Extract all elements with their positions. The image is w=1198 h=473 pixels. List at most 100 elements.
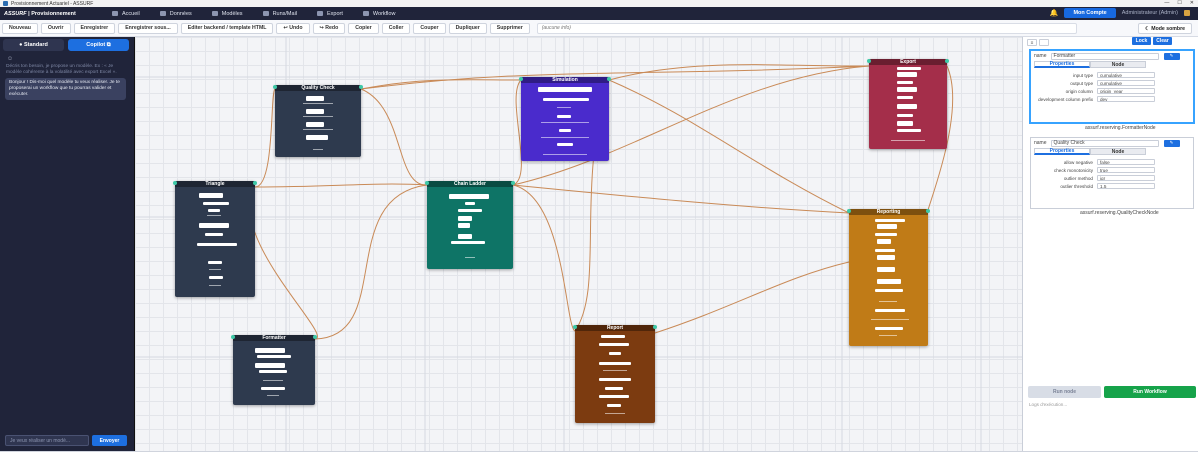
node-field[interactable]	[897, 104, 917, 109]
name-input[interactable]: Formatter	[1050, 52, 1159, 60]
node-field[interactable]	[199, 193, 223, 198]
property-input[interactable]: false	[1097, 158, 1155, 166]
new-button[interactable]: Nouveau	[2, 22, 38, 34]
property-input[interactable]: 1.5	[1097, 182, 1155, 190]
property-input[interactable]: dev_	[1097, 95, 1155, 103]
node-field[interactable]	[255, 348, 285, 353]
redo-button[interactable]: ↪ Redo	[312, 22, 346, 34]
user-avatar[interactable]	[1184, 10, 1190, 16]
maximize-icon[interactable]: ☐	[1177, 0, 1181, 6]
panel-toggle-button[interactable]: ≡	[1027, 39, 1037, 46]
workflow-canvas[interactable]: Quality Check Simulation Export Triangle…	[135, 37, 1022, 451]
input-port[interactable]	[867, 59, 871, 63]
node-chain-ladder[interactable]: Chain Ladder	[425, 181, 515, 269]
input-port[interactable]	[425, 181, 429, 185]
node-field[interactable]	[449, 194, 489, 199]
save-as-button[interactable]: Enregistrer sous...	[118, 22, 178, 34]
tab-properties[interactable]: Properties	[1034, 148, 1090, 155]
undo-button[interactable]: ↩ Undo	[276, 22, 310, 34]
node-field[interactable]	[458, 223, 470, 228]
node-field[interactable]	[877, 279, 901, 284]
tab-node[interactable]: Node	[1090, 148, 1146, 155]
clear-button[interactable]: Clear	[1153, 37, 1172, 45]
nav-item-modeles[interactable]: Modèles	[211, 11, 243, 17]
name-input[interactable]: Quality Check	[1050, 139, 1159, 147]
nav-item-runs[interactable]: Runs/Mail	[262, 11, 297, 17]
node-field[interactable]	[877, 255, 895, 260]
nav-item-accueil[interactable]: Accueil	[112, 11, 140, 17]
run-workflow-button[interactable]: Run Workflow	[1104, 386, 1196, 398]
chat-input[interactable]: Je veux réaliser un modè...	[5, 435, 89, 446]
minimize-icon[interactable]: —	[1164, 0, 1169, 6]
rename-button[interactable]: ✎	[1163, 52, 1180, 60]
node-report[interactable]: Report	[573, 325, 657, 423]
delete-button[interactable]: Supprimer	[489, 22, 530, 34]
input-port[interactable]	[519, 77, 523, 81]
node-quality-check[interactable]: Quality Check	[273, 85, 363, 157]
node-field[interactable]	[255, 363, 285, 368]
output-port[interactable]	[313, 335, 317, 339]
node-field[interactable]	[877, 239, 891, 244]
node-field[interactable]	[458, 234, 472, 239]
close-icon[interactable]: ✕	[1190, 0, 1194, 6]
cut-button[interactable]: Couper	[413, 22, 446, 34]
output-port[interactable]	[359, 85, 363, 89]
node-field[interactable]	[897, 87, 917, 92]
property-input[interactable]: cumulative	[1097, 79, 1155, 87]
property-input[interactable]: cumulative	[1097, 71, 1155, 79]
bell-icon[interactable]: 🔔	[1050, 9, 1059, 17]
node-field[interactable]	[458, 216, 472, 221]
property-input[interactable]: origin_year	[1097, 87, 1155, 95]
output-port[interactable]	[945, 59, 949, 63]
output-port[interactable]	[653, 325, 657, 329]
run-node-button[interactable]: Run node	[1028, 386, 1101, 398]
node-export[interactable]: Export	[867, 59, 949, 149]
property-input[interactable]: iqr	[1097, 174, 1155, 182]
node-field[interactable]	[199, 223, 229, 228]
output-port[interactable]	[253, 181, 257, 185]
tab-node[interactable]: Node	[1090, 61, 1146, 68]
node-field[interactable]	[306, 96, 324, 101]
open-button[interactable]: Ouvrir	[40, 22, 71, 34]
account-button[interactable]: Mon Compte	[1064, 8, 1116, 18]
node-simulation[interactable]: Simulation	[519, 77, 611, 161]
node-triangle[interactable]: Triangle	[173, 181, 257, 297]
nav-item-export[interactable]: Export	[317, 11, 343, 17]
output-port[interactable]	[607, 77, 611, 81]
dark-mode-button[interactable]: ☾ Mode sombre	[1138, 23, 1192, 34]
tab-standard[interactable]: ● Standard	[3, 39, 64, 51]
paste-button[interactable]: Coller	[381, 22, 411, 34]
duplicate-button[interactable]: Dupliquer	[448, 22, 487, 34]
input-port[interactable]	[273, 85, 277, 89]
workflow-info-field[interactable]: (aucune info)	[536, 22, 1077, 34]
node-field[interactable]	[877, 267, 895, 272]
lock-button[interactable]: Lock	[1132, 37, 1151, 45]
node-field[interactable]	[897, 72, 917, 77]
input-port[interactable]	[231, 335, 235, 339]
copy-button[interactable]: Copier	[348, 22, 379, 34]
input-port[interactable]	[173, 181, 177, 185]
tab-copilot[interactable]: Copilot ⧉	[68, 39, 129, 51]
node-field[interactable]	[897, 121, 913, 126]
workflow-icon	[362, 11, 369, 16]
output-port[interactable]	[926, 209, 930, 213]
panel-option-button[interactable]	[1039, 39, 1049, 46]
node-field[interactable]	[538, 87, 592, 92]
node-field[interactable]	[306, 122, 324, 127]
rename-button[interactable]: ✎	[1163, 139, 1180, 147]
nav-item-donnees[interactable]: Données	[159, 11, 192, 17]
property-input[interactable]: true	[1097, 166, 1155, 174]
node-field[interactable]	[306, 109, 324, 114]
send-button[interactable]: Envoyer	[92, 435, 127, 446]
node-field[interactable]	[306, 135, 328, 140]
save-button[interactable]: Enregistrer	[73, 22, 116, 34]
input-port[interactable]	[573, 325, 577, 329]
nav-item-workflow[interactable]: Workflow	[362, 11, 395, 17]
node-field[interactable]	[877, 224, 897, 229]
edit-backend-button[interactable]: Editer backend / template HTML	[180, 22, 274, 34]
node-formatter[interactable]: Formatter	[231, 335, 317, 405]
node-reporting[interactable]: Reporting	[847, 209, 930, 346]
tab-properties[interactable]: Properties	[1034, 61, 1090, 68]
input-port[interactable]	[847, 209, 851, 213]
output-port[interactable]	[511, 181, 515, 185]
